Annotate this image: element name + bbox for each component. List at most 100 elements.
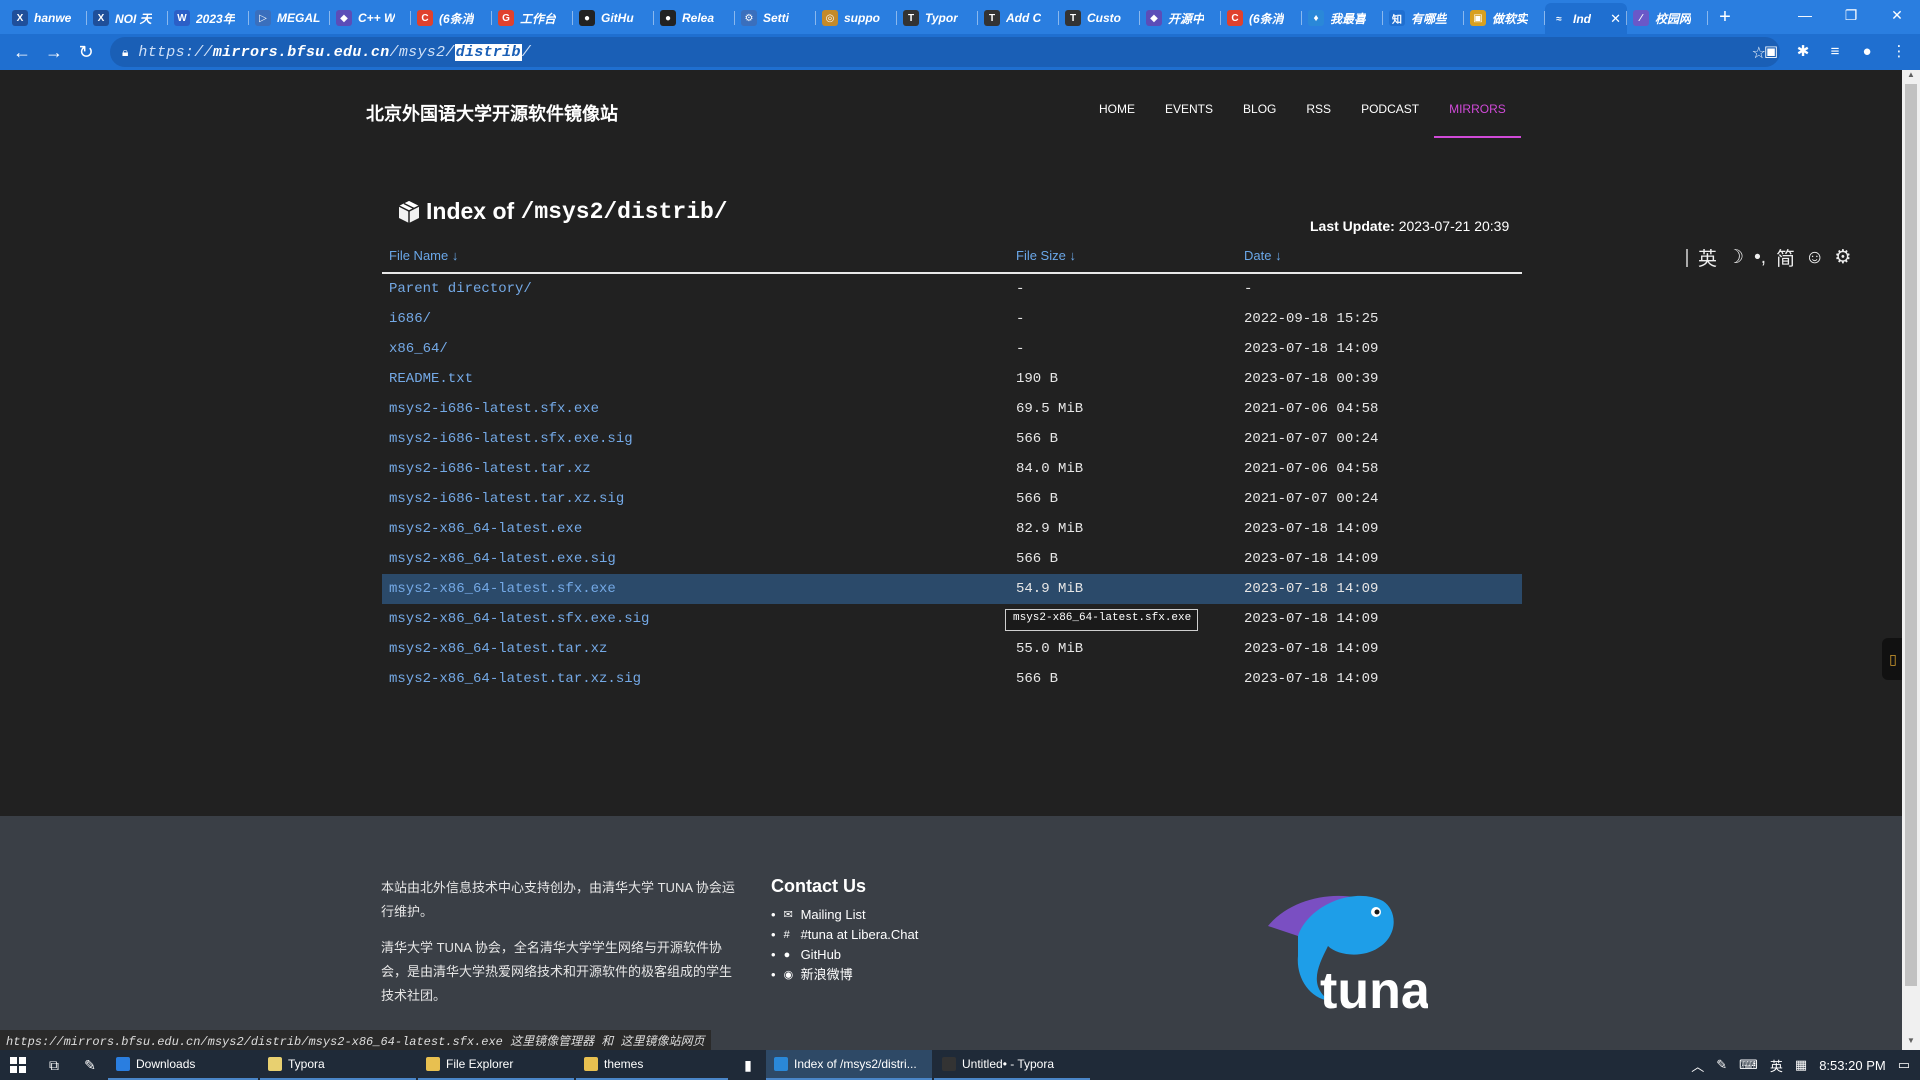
close-tab-icon[interactable]: ✕ — [1610, 11, 1621, 27]
taskbar-app[interactable]: Index of /msys2/distri... — [766, 1050, 932, 1080]
file-link[interactable]: msys2-i686-latest.sfx.exe.sig — [382, 431, 1009, 447]
file-link[interactable]: msys2-x86_64-latest.tar.xz — [382, 641, 1009, 657]
browser-tab[interactable]: T Add C — [978, 3, 1059, 33]
file-link[interactable]: msys2-x86_64-latest.sfx.exe — [382, 581, 1009, 597]
nav-item-rss[interactable]: RSS — [1291, 92, 1346, 138]
contact-item[interactable]: # #tuna at Libera.Chat — [771, 925, 919, 945]
table-row[interactable]: msys2-x86_64-latest.tar.xz.sig 566 B 2023-… — [382, 664, 1522, 694]
table-row[interactable]: msys2-i686-latest.tar.xz 84.0 MiB 2021-07-… — [382, 454, 1522, 484]
table-row[interactable]: i686/- 2022-09-18 15:25 — [382, 304, 1522, 334]
table-row[interactable]: README.txt 190 B 2023-07-18 00:39 — [382, 364, 1522, 394]
sidebar-handle-icon[interactable]: ▯ — [1882, 638, 1902, 680]
taskbar-app[interactable]: themes — [576, 1050, 728, 1080]
table-row[interactable]: msys2-x86_64-latest.sfx.exe 54.9 MiB 2023-… — [382, 574, 1522, 604]
browser-tab[interactable]: ▷ MEGAL — [249, 3, 330, 33]
table-row[interactable]: Parent directory/- - — [382, 274, 1522, 304]
contact-label[interactable]: Mailing List — [801, 905, 866, 925]
back-icon[interactable]: ← — [6, 36, 38, 68]
contact-item[interactable]: ● GitHub — [771, 945, 918, 965]
browser-tab[interactable]: C (6条消 — [411, 3, 492, 33]
page-scrollbar[interactable]: ▲ ▼ — [1902, 70, 1920, 1050]
table-row[interactable]: msys2-x86_64-latest.tar.xz 55.0 MiB 2023-0… — [382, 634, 1522, 664]
pen-icon[interactable]: ✎ — [1716, 1057, 1727, 1073]
nav-item-home[interactable]: HOME — [1084, 92, 1150, 138]
nav-item-blog[interactable]: BLOG — [1228, 92, 1291, 138]
browser-tab[interactable]: T Custo — [1059, 3, 1140, 33]
simplified-chinese-toggle[interactable]: 简 — [1776, 244, 1795, 271]
taskbar-app[interactable]: Typora — [260, 1050, 416, 1080]
column-file-name[interactable]: File Name ↓ — [382, 248, 1009, 263]
file-link[interactable]: i686/ — [382, 311, 1009, 327]
browser-tab[interactable]: W 2023年 — [168, 3, 249, 33]
taskbar-app[interactable]: Untitled• - Typora — [934, 1050, 1090, 1080]
profile-icon[interactable]: ● — [1856, 40, 1878, 62]
scroll-down-icon[interactable]: ▼ — [1902, 1036, 1920, 1050]
pinned-tool-icon[interactable]: ✎ — [72, 1050, 108, 1080]
contact-item[interactable]: ◉ 新浪微博 — [771, 965, 918, 985]
scroll-up-icon[interactable]: ▲ — [1902, 70, 1920, 84]
file-link[interactable]: msys2-x86_64-latest.tar.xz.sig — [382, 671, 1009, 687]
windows-start-icon[interactable] — [0, 1050, 36, 1080]
language-toggle[interactable]: 英 — [1698, 244, 1717, 271]
file-link[interactable]: Parent directory/ — [382, 281, 1009, 297]
contact-item[interactable]: ✉ Mailing List — [771, 905, 918, 925]
scrollbar-thumb[interactable] — [1905, 84, 1917, 986]
file-link[interactable]: msys2-x86_64-latest.exe.sig — [382, 551, 1009, 567]
browser-tab[interactable]: ◎ suppo — [816, 3, 897, 33]
notifications-icon[interactable]: ▭ — [1898, 1057, 1910, 1073]
file-link[interactable]: msys2-x86_64-latest.sfx.exe.sig — [382, 611, 1009, 627]
file-link[interactable]: msys2-i686-latest.sfx.exe — [382, 401, 1009, 417]
table-row[interactable]: msys2-i686-latest.sfx.exe.sig 566 B 2021-0… — [382, 424, 1522, 454]
ime-indicator[interactable]: 英 — [1770, 1056, 1783, 1075]
table-row[interactable]: msys2-x86_64-latest.exe.sig 566 B 2023-07-… — [382, 544, 1522, 574]
contact-label[interactable]: #tuna at Libera.Chat — [801, 925, 919, 945]
browser-tab[interactable]: ⚙ Setti — [735, 3, 816, 33]
pinned-app-icon[interactable]: ▮ — [730, 1050, 766, 1080]
table-row[interactable]: x86_64/- 2023-07-18 14:09 — [382, 334, 1522, 364]
nav-item-mirrors[interactable]: MIRRORS — [1434, 92, 1521, 138]
browser-tab[interactable]: ◆ C++ W — [330, 3, 411, 33]
browser-tab[interactable]: ◆ 开源中 — [1140, 3, 1221, 33]
table-row[interactable]: msys2-i686-latest.tar.xz.sig 566 B 2021-07… — [382, 484, 1522, 514]
forward-icon[interactable]: → — [38, 36, 70, 68]
table-row[interactable]: msys2-i686-latest.sfx.exe 69.5 MiB 2021-07… — [382, 394, 1522, 424]
browser-tab[interactable]: ● GitHu — [573, 3, 654, 33]
contact-label[interactable]: 新浪微博 — [801, 965, 853, 985]
contact-label[interactable]: GitHub — [801, 945, 841, 965]
browser-tab[interactable]: 知有哪些 — [1383, 3, 1464, 33]
restore-icon[interactable]: ❐ — [1828, 0, 1874, 30]
reader-mode-icon[interactable]: ▣ — [1760, 40, 1782, 62]
file-link[interactable]: msys2-i686-latest.tar.xz.sig — [382, 491, 1009, 507]
nav-item-events[interactable]: EVENTS — [1150, 92, 1228, 138]
browser-tab[interactable]: ● Relea — [654, 3, 735, 33]
table-row[interactable]: msys2-x86_64-latest.sfx.exe.sig566 B2023… — [382, 604, 1522, 634]
settings-icon[interactable]: ⚙ — [1834, 246, 1851, 269]
column-file-size[interactable]: File Size ↓ — [1009, 248, 1237, 263]
file-link[interactable]: msys2-x86_64-latest.exe — [382, 521, 1009, 537]
minimize-icon[interactable]: — — [1782, 0, 1828, 30]
close-window-icon[interactable]: ✕ — [1874, 0, 1920, 30]
browser-tab[interactable]: G 工作台 — [492, 3, 573, 33]
keyboard-icon[interactable]: ⌨ — [1739, 1057, 1758, 1073]
browser-tab[interactable]: ∕ 校园网 — [1627, 3, 1708, 33]
file-link[interactable]: README.txt — [382, 371, 1009, 387]
url-text[interactable]: https://mirrors.bfsu.edu.cn/msys2/distri… — [138, 43, 531, 61]
reading-list-icon[interactable]: ≡ — [1824, 40, 1846, 62]
nav-item-podcast[interactable]: PODCAST — [1346, 92, 1434, 138]
browser-tab[interactable]: C (6条消 — [1221, 3, 1302, 33]
ime-grid-icon[interactable]: ▦ — [1795, 1057, 1807, 1073]
taskbar-app[interactable]: Downloads — [108, 1050, 258, 1080]
punctuation-icon[interactable]: •, — [1754, 247, 1766, 269]
browser-tab[interactable]: ♦ 我最喜 — [1302, 3, 1383, 33]
browser-tab[interactable]: Xhanwe — [6, 3, 87, 33]
reload-icon[interactable]: ↻ — [70, 36, 102, 68]
browser-tab[interactable]: ▣ 做软实 — [1464, 3, 1545, 33]
clock[interactable]: 8:53:20 PM — [1819, 1058, 1886, 1073]
file-link[interactable]: x86_64/ — [382, 341, 1009, 357]
dark-mode-icon[interactable]: ☽ — [1727, 246, 1744, 269]
tray-overflow-icon[interactable]: ︿ — [1691, 1056, 1704, 1075]
taskbar-app[interactable]: File Explorer — [418, 1050, 574, 1080]
address-bar[interactable]: 🔒︎ https://mirrors.bfsu.edu.cn/msys2/dis… — [110, 37, 1780, 67]
column-date[interactable]: Date ↓ — [1237, 248, 1522, 263]
task-view-icon[interactable]: ⧉ — [36, 1050, 72, 1080]
